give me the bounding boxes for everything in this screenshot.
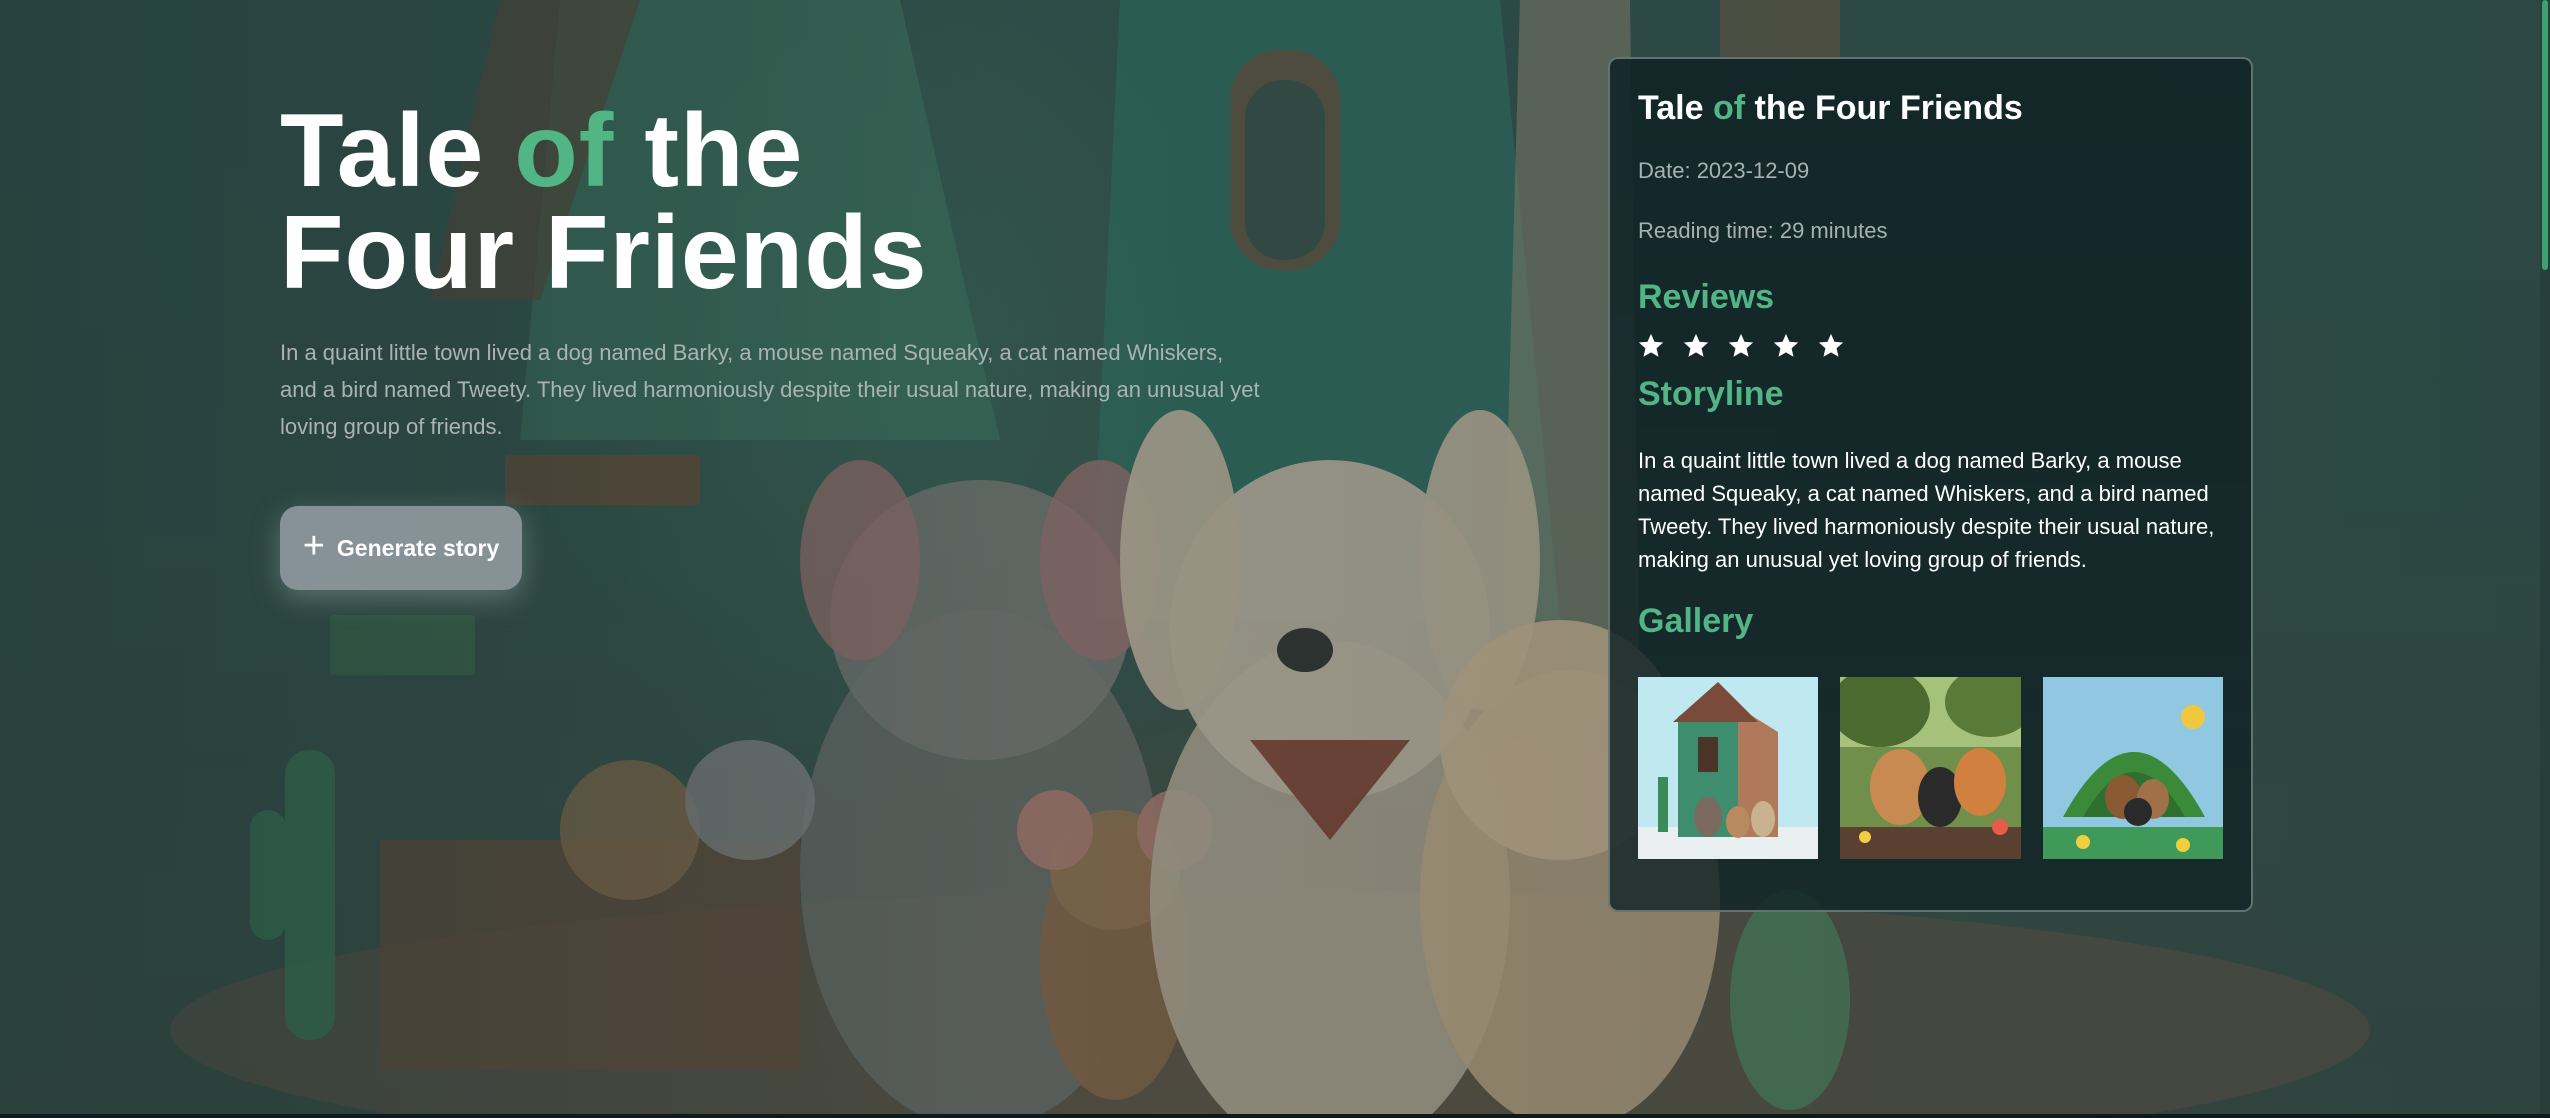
hero-description: In a quaint little town lived a dog name… — [280, 340, 1260, 439]
gallery-image-2[interactable] — [1840, 677, 2021, 859]
reading-time: Reading time: 29 minutes — [1638, 218, 1888, 243]
star-icon — [1638, 333, 1664, 357]
star-icon — [1773, 333, 1799, 357]
star-icon — [1683, 333, 1709, 357]
card-title: Tale of the Four Friends — [1638, 89, 2223, 128]
reviews-heading: Reviews — [1638, 278, 1775, 316]
card-title-part1: Tale — [1638, 89, 1713, 127]
hero-title-part1: Tale — [280, 93, 515, 209]
storyline-text: In a quaint little town lived a dog name… — [1638, 448, 2215, 572]
story-date: Date: 2023-12-09 — [1638, 158, 1810, 183]
generate-story-label: Generate story — [336, 534, 500, 561]
hero-title-line2: Four Friends — [280, 195, 928, 311]
gallery-image-3[interactable] — [2042, 677, 2223, 859]
gallery-heading: Gallery — [1638, 602, 1754, 640]
scrollbar-thumb[interactable] — [2542, 0, 2548, 270]
star-icon — [1728, 333, 1754, 357]
hero-section: Tale of the Four Friends In a quaint lit… — [280, 99, 1260, 445]
card-title-accent: of — [1712, 89, 1746, 127]
card-title-part2: the Four Friends — [1745, 89, 2023, 127]
gallery-image-1[interactable] — [1638, 677, 1819, 859]
bottom-edge — [0, 1114, 2550, 1118]
rating-stars — [1638, 333, 2223, 359]
star-icon — [1818, 333, 1844, 357]
hero-title: Tale of the Four Friends — [280, 99, 1260, 305]
generate-story-button[interactable]: + Generate story — [280, 506, 522, 590]
gallery — [1638, 677, 2223, 859]
scrollbar-track[interactable] — [2540, 0, 2550, 1118]
story-card: Tale of the Four Friends Date: 2023-12-0… — [1608, 57, 2253, 912]
hero-title-part2: the — [614, 93, 804, 209]
hero-title-accent: of — [514, 93, 615, 209]
storyline-heading: Storyline — [1638, 375, 1784, 413]
plus-icon: + — [302, 525, 325, 567]
